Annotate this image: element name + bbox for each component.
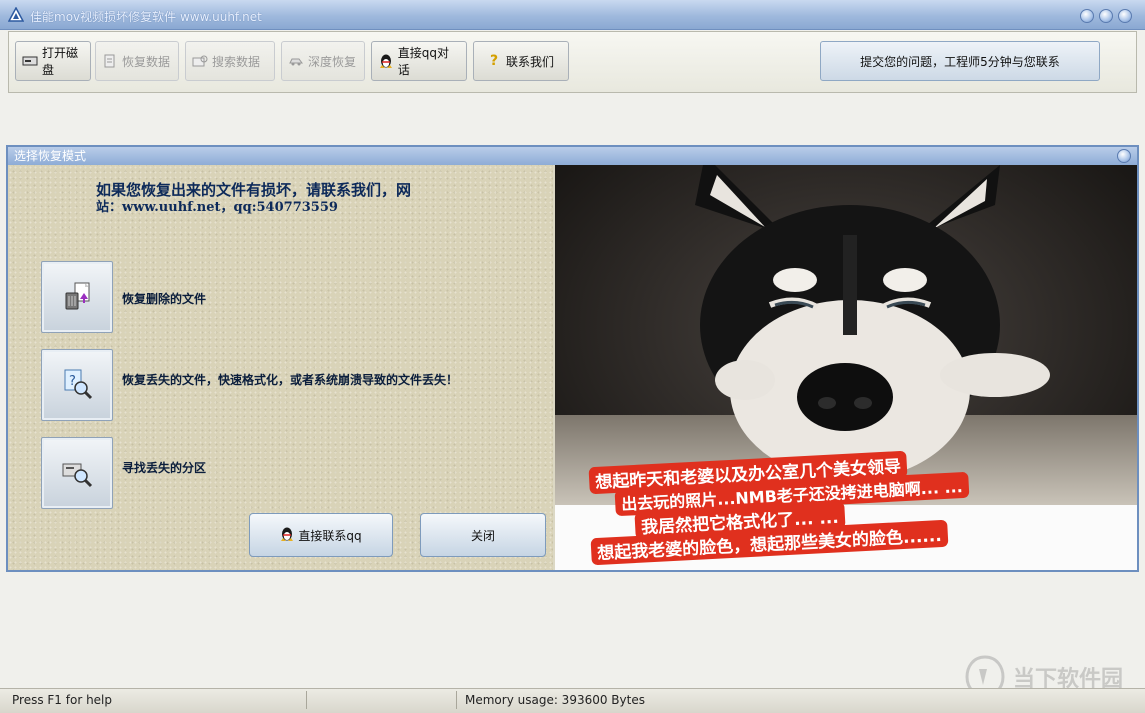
qq-penguin-icon (378, 53, 394, 69)
window-title: 佳能mov视频损坏修复软件 www.uuhf.net (30, 10, 262, 24)
contact-us-label: 联系我们 (506, 54, 555, 69)
search-lost-file-icon: ? (60, 367, 94, 404)
deep-recover-label: 深度恢复 (308, 54, 357, 69)
meme-caption: 想起昨天和老婆以及办公室几个美女领导 出去玩的照片...NMB老子还没拷进电脑啊… (555, 450, 1137, 570)
contact-qq-button[interactable]: 直接联系qq (249, 513, 393, 557)
search-data-button[interactable]: 搜索数据 (185, 41, 275, 81)
submit-question-button[interactable]: 提交您的问题，工程师5分钟与您联系 (820, 41, 1100, 81)
recover-data-label: 恢复数据 (122, 54, 171, 69)
help-question-icon: ? (489, 53, 499, 69)
dialog-close-icon[interactable] (1117, 149, 1131, 163)
app-logo-icon (7, 6, 25, 23)
qq-chat-label: 直接qq对话 (397, 46, 449, 77)
recover-lost-button[interactable]: ? (41, 349, 113, 421)
search-data-label: 搜索数据 (212, 54, 261, 69)
open-disk-label: 打开磁盘 (42, 46, 79, 77)
open-disk-button[interactable]: 打开磁盘 (15, 41, 91, 81)
info-line-2: 站：www.uuhf.net，qq:540773559 (96, 200, 338, 215)
dialog-title-bar: 选择恢复模式 (8, 147, 1137, 165)
title-bar: 佳能mov视频损坏修复软件 www.uuhf.net (0, 0, 1145, 30)
recovery-mode-dialog: 选择恢复模式 如果您恢复出来的文件有损坏，请联系我们，网 站：www.uuhf.… (6, 145, 1139, 572)
disk-icon (22, 53, 38, 69)
toolbar: 打开磁盘 恢复数据 搜索数据 深度恢复 直接qq对话 ? 联系我们 提交您的问题… (8, 31, 1137, 93)
qq-penguin-icon (280, 526, 294, 545)
contact-qq-label: 直接联系qq (298, 528, 362, 543)
recovery-options-pane: 如果您恢复出来的文件有损坏，请联系我们，网 站：www.uuhf.net，qq:… (8, 165, 553, 570)
deep-recover-button[interactable]: 深度恢复 (281, 41, 365, 81)
minimize-button[interactable] (1080, 9, 1094, 23)
status-separator (306, 691, 307, 709)
maximize-button[interactable] (1099, 9, 1113, 23)
status-memory-text: Memory usage: 393600 Bytes (465, 693, 645, 707)
contact-us-button[interactable]: ? 联系我们 (473, 41, 569, 81)
dialog-title: 选择恢复模式 (14, 149, 87, 163)
partition-search-icon (60, 455, 94, 492)
qq-chat-button[interactable]: 直接qq对话 (371, 41, 467, 81)
recover-data-button[interactable]: 恢复数据 (95, 41, 179, 81)
husky-meme-image: 想起昨天和老婆以及办公室几个美女领导 出去玩的照片...NMB老子还没拷进电脑啊… (555, 165, 1137, 570)
status-help-text: Press F1 for help (12, 693, 113, 707)
car-icon (288, 53, 304, 69)
search-folder-icon (192, 53, 208, 69)
recover-lost-label: 恢复丢失的文件，快速格式化，或者系统崩溃导致的文件丢失！ (122, 373, 459, 387)
contact-info-text: 如果您恢复出来的文件有损坏，请联系我们，网 站：www.uuhf.net，qq:… (96, 181, 496, 217)
close-window-button[interactable] (1118, 9, 1132, 23)
status-bar: Press F1 for help Memory usage: 393600 B… (0, 688, 1145, 713)
status-separator (456, 691, 457, 709)
recover-deleted-label: 恢复删除的文件 (122, 292, 207, 306)
recover-document-icon (102, 53, 118, 69)
find-partition-label: 寻找丢失的分区 (122, 461, 207, 475)
recover-deleted-button[interactable] (41, 261, 113, 333)
recycle-bin-restore-icon (60, 279, 94, 316)
find-partition-button[interactable] (41, 437, 113, 509)
close-dialog-button[interactable]: 关闭 (420, 513, 546, 557)
info-line-1: 如果您恢复出来的文件有损坏，请联系我们，网 (96, 181, 412, 199)
